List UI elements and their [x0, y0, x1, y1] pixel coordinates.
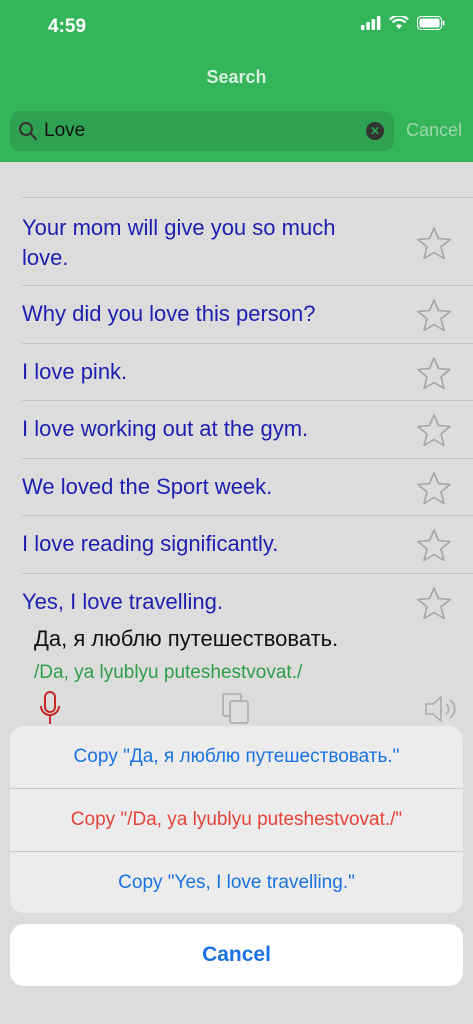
result-text: Why did you love this person? — [22, 301, 316, 326]
result-text: I love pink. — [22, 359, 128, 384]
clear-search-button[interactable]: ✕ — [366, 122, 384, 140]
action-sheet-cancel-button[interactable]: Cancel — [10, 924, 463, 986]
list-item[interactable]: Your mom will give you so much love. — [0, 198, 473, 286]
star-icon[interactable] — [416, 356, 452, 390]
search-bar: Love ✕ — [0, 102, 473, 162]
star-icon[interactable] — [416, 586, 452, 620]
result-text: We loved the Sport week. — [22, 474, 273, 499]
status-icons — [361, 16, 445, 30]
star-icon[interactable] — [416, 413, 452, 447]
list-item[interactable]: I love reading significantly. — [0, 516, 473, 574]
signal-icon — [361, 16, 381, 30]
list-item[interactable]: I love pink. — [0, 344, 473, 401]
copy-english-button[interactable]: Copy "Yes, I love travelling." — [10, 852, 463, 913]
star-icon[interactable] — [416, 298, 452, 332]
status-time: 4:59 — [48, 16, 87, 37]
copy-russian-button[interactable]: Copy "Да, я люблю путешествовать." — [10, 726, 463, 788]
transliteration: /Da, ya lyublyu puteshestvovat./ — [34, 662, 303, 683]
star-icon[interactable] — [416, 528, 452, 562]
wifi-icon — [389, 16, 409, 29]
result-text: Yes, I love travelling. — [22, 589, 223, 614]
list-item[interactable]: I love working out at the gym. — [0, 401, 473, 459]
action-sheet: Copy "Да, я люблю путешествовать." Copy … — [10, 726, 463, 913]
list-separator-top — [0, 162, 473, 198]
microphone-icon[interactable] — [38, 690, 62, 726]
status-bar: 4:59 — [0, 0, 473, 56]
list-item[interactable]: We loved the Sport week. — [0, 459, 473, 516]
battery-icon — [417, 16, 445, 30]
nav-bar: Search — [0, 56, 473, 102]
copy-transliteration-button[interactable]: Copy "/Da, ya lyublyu puteshestvovat./" — [10, 789, 463, 851]
result-text: I love reading significantly. — [22, 531, 279, 556]
russian-translation: Да, я люблю путешествовать. — [34, 626, 339, 651]
speaker-icon[interactable] — [424, 694, 462, 724]
search-value: Love — [44, 120, 86, 141]
search-cancel-button[interactable]: Cancel — [406, 120, 462, 141]
page-title: Search — [206, 67, 267, 87]
result-text: I love working out at the gym. — [22, 416, 309, 441]
search-input[interactable]: Love ✕ — [10, 111, 394, 151]
result-text: Your mom will give you so much love. — [22, 215, 336, 270]
search-icon — [19, 122, 38, 141]
copy-icon[interactable] — [220, 692, 252, 726]
star-icon[interactable] — [416, 471, 452, 505]
list-item[interactable]: Why did you love this person? — [0, 286, 473, 344]
star-icon[interactable] — [416, 226, 452, 260]
